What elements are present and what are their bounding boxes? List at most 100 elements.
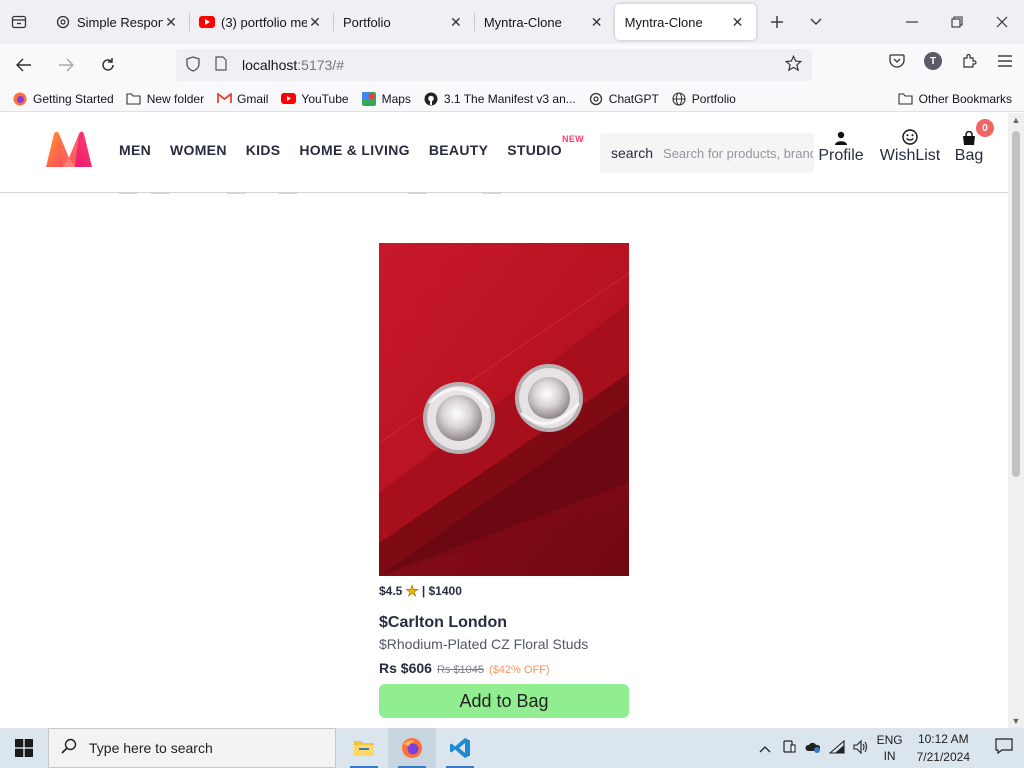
forward-icon[interactable] — [48, 49, 84, 81]
bookmark-item[interactable]: Getting Started — [12, 91, 114, 107]
bookmark-star-icon[interactable] — [784, 54, 803, 77]
globe-icon — [671, 91, 687, 107]
bookmark-item[interactable]: New folder — [126, 91, 204, 107]
bag-button[interactable]: Bag 0 — [954, 119, 994, 165]
page-viewport: MEN WOMEN KIDS HOME & LIVING BEAUTY STUD… — [0, 113, 1008, 728]
discount-label: ($42% OFF) — [489, 664, 550, 676]
minimize-icon[interactable] — [889, 0, 934, 44]
bookmark-item[interactable]: YouTube — [280, 91, 349, 107]
close-tab-icon[interactable]: ✕ — [730, 14, 746, 31]
scroll-up-icon[interactable]: ▲ — [1008, 115, 1024, 125]
extensions-icon[interactable] — [958, 50, 980, 72]
browser-tab-active[interactable]: Myntra-Clone ✕ — [614, 4, 756, 40]
nav-underline — [408, 192, 427, 194]
scrollbar-thumb[interactable] — [1012, 131, 1020, 477]
wifi-icon[interactable] — [825, 739, 849, 757]
nav-underline — [482, 192, 501, 194]
restore-icon[interactable] — [934, 0, 979, 44]
nav-home-living[interactable]: HOME & LIVING — [299, 142, 409, 158]
bookmark-item[interactable]: Gmail — [216, 91, 268, 107]
bookmark-item[interactable]: Maps — [361, 91, 411, 107]
nav-kids[interactable]: KIDS — [246, 142, 281, 158]
myntra-logo[interactable] — [44, 131, 94, 169]
bookmark-item[interactable]: 3.1 The Manifest v3 an... — [423, 91, 576, 107]
search-icon — [49, 738, 89, 759]
wishlist-button[interactable]: WishList — [880, 125, 940, 165]
volume-icon[interactable] — [849, 739, 873, 757]
onedrive-icon[interactable] — [801, 741, 825, 756]
clock-time: 10:12 AM — [917, 732, 969, 746]
page-icon — [210, 56, 232, 74]
clock[interactable]: 10:12 AM 7/21/2024 — [917, 730, 970, 766]
close-tab-icon[interactable]: ✕ — [589, 14, 605, 31]
shield-icon[interactable] — [182, 55, 204, 75]
other-bookmarks[interactable]: Other Bookmarks — [898, 91, 1012, 107]
reload-icon[interactable] — [90, 49, 126, 81]
bookmarks-bar: Getting Started New folder Gmail YouTube… — [0, 86, 1024, 112]
new-tab-icon[interactable] — [758, 0, 797, 44]
nav-underline — [227, 192, 246, 194]
file-explorer-icon[interactable] — [340, 728, 388, 768]
chevron-up-icon[interactable] — [753, 741, 777, 756]
bookmark-item[interactable]: ChatGPT — [588, 91, 659, 107]
toolbar-right: T — [886, 50, 1016, 72]
tab-title: Simple Responsi — [76, 14, 163, 30]
gmail-icon — [216, 91, 232, 107]
site-header: MEN WOMEN KIDS HOME & LIVING BEAUTY STUD… — [0, 113, 1008, 194]
rating-value: $4.5 — [379, 584, 403, 598]
account-icon[interactable]: T — [922, 50, 944, 72]
profile-button[interactable]: Profile — [818, 125, 864, 165]
windows-start-icon[interactable] — [0, 728, 48, 768]
browser-tab[interactable]: Simple Responsi ✕ — [45, 4, 190, 40]
rating-row: $4.5 ★ | $1400 — [379, 582, 629, 601]
nav-studio[interactable]: STUDIO NEW — [507, 134, 583, 158]
notification-icon[interactable] — [984, 737, 1024, 759]
clock-date: 7/21/2024 — [916, 750, 970, 764]
close-window-icon[interactable] — [979, 0, 1024, 44]
browser-tab[interactable]: Myntra-Clone ✕ — [474, 4, 615, 40]
earring-left — [423, 382, 495, 454]
menu-icon[interactable] — [994, 50, 1016, 72]
search-box: search — [600, 133, 814, 173]
nav-men[interactable]: MEN — [119, 142, 151, 158]
folder-icon — [898, 91, 914, 107]
search-input[interactable] — [663, 145, 814, 161]
back-icon[interactable] — [6, 49, 42, 81]
page-scrollbar[interactable]: ▲ ▼ — [1008, 113, 1024, 728]
tab-list-icon[interactable] — [0, 0, 39, 44]
original-price: Rs $1045 — [436, 664, 485, 676]
bookmark-item[interactable]: Portfolio — [671, 91, 736, 107]
product-brand: $Carlton London — [379, 614, 507, 631]
firefox-icon — [12, 91, 28, 107]
pocket-icon[interactable] — [886, 50, 908, 72]
taskbar-search-placeholder: Type here to search — [89, 740, 213, 756]
product-image[interactable] — [379, 243, 629, 576]
nav-beauty[interactable]: BEAUTY — [429, 142, 488, 158]
chatgpt-icon — [588, 91, 604, 107]
language-indicator[interactable]: ENG IN — [877, 732, 903, 764]
browser-tab[interactable]: (3) portfolio me ✕ — [189, 4, 334, 40]
taskbar-search[interactable]: Type here to search — [48, 728, 336, 768]
windows-taskbar: Type here to search ENG IN 10:12 AM 7/21… — [0, 728, 1024, 768]
close-tab-icon[interactable]: ✕ — [448, 14, 464, 31]
device-icon[interactable] — [777, 739, 801, 757]
nav-women[interactable]: WOMEN — [170, 142, 227, 158]
address-bar[interactable]: localhost:5173/# — [176, 49, 812, 81]
github-icon — [423, 91, 439, 107]
current-price: Rs $606 — [379, 660, 432, 676]
product-name: $Rhodium-Plated CZ Floral Studs — [379, 636, 589, 652]
browser-tab-strip: Simple Responsi ✕ (3) portfolio me ✕ Por… — [0, 0, 1024, 44]
browser-tab[interactable]: Portfolio ✕ — [333, 4, 475, 40]
close-tab-icon[interactable]: ✕ — [307, 14, 323, 31]
vscode-icon[interactable] — [436, 728, 484, 768]
earring-right — [515, 364, 583, 432]
firefox-taskbar-icon[interactable] — [388, 728, 436, 768]
add-to-bag-button[interactable]: Add to Bag — [379, 684, 629, 718]
maps-icon — [361, 91, 377, 107]
close-tab-icon[interactable]: ✕ — [163, 14, 179, 31]
chevron-down-icon[interactable] — [797, 0, 836, 44]
search-label: search — [611, 145, 654, 161]
scroll-down-icon[interactable]: ▼ — [1008, 716, 1024, 726]
youtube-icon — [198, 14, 215, 30]
tab-title: Myntra-Clone — [624, 14, 703, 30]
